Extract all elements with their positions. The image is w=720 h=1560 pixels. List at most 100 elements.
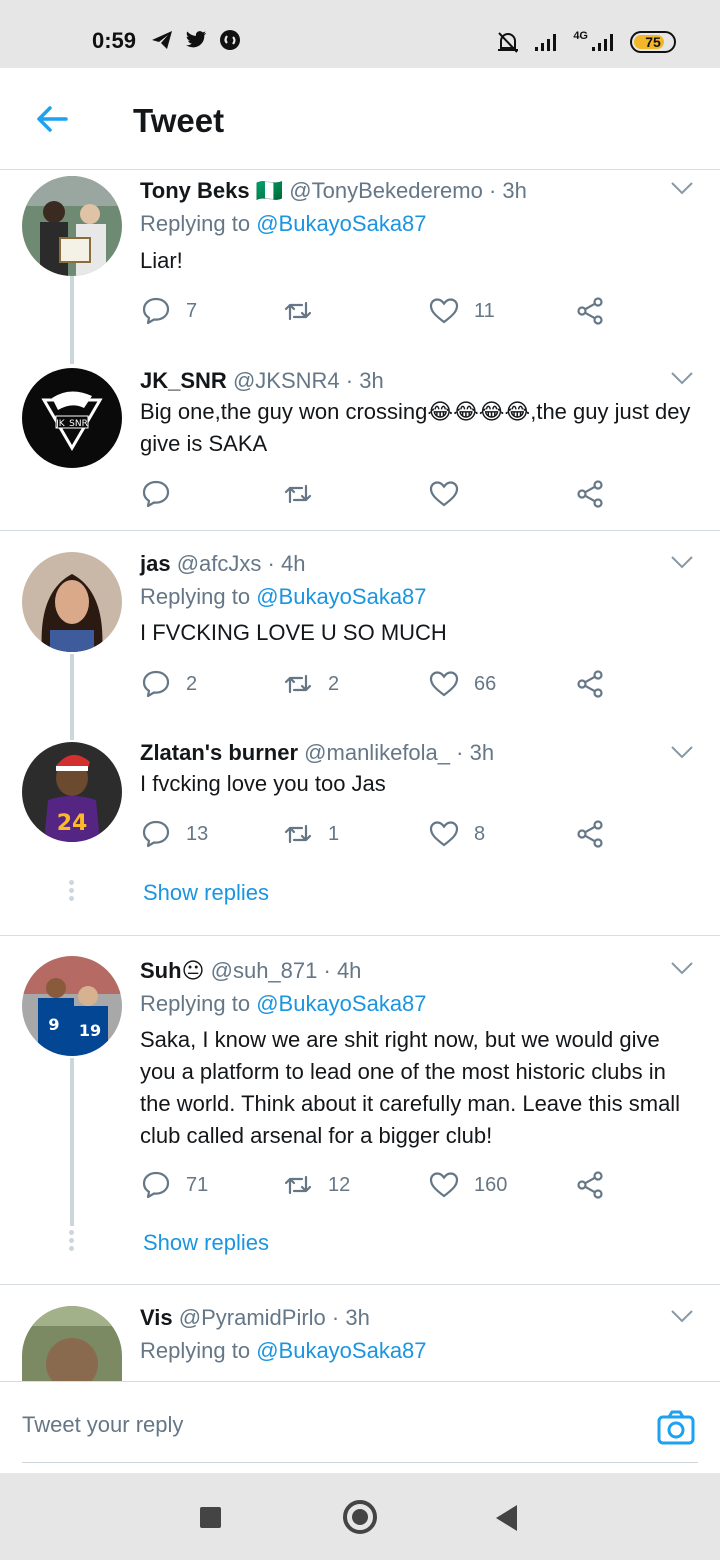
author-name[interactable]: Suh😐 xyxy=(140,958,205,983)
reply-button[interactable] xyxy=(140,478,186,510)
retweet-count: 2 xyxy=(328,672,340,695)
avatar[interactable]: 24 xyxy=(22,742,122,842)
share-icon xyxy=(577,480,603,508)
author-name[interactable]: jas xyxy=(140,551,171,576)
share-button[interactable] xyxy=(574,668,606,700)
tweet-actions xyxy=(140,478,610,512)
speech-bubble-icon xyxy=(142,297,170,325)
tweet-time: · 3h xyxy=(345,368,384,393)
author-handle[interactable]: @afcJxs xyxy=(177,551,262,576)
author-handle[interactable]: @JKSNR4 xyxy=(233,368,340,393)
twitter-bird-icon xyxy=(186,31,207,48)
arrow-left-icon[interactable] xyxy=(34,101,70,137)
author-name[interactable]: Zlatan's burner xyxy=(140,740,298,765)
show-replies-link[interactable]: Show replies xyxy=(143,1230,269,1256)
reply-button[interactable]: 7 xyxy=(140,295,197,327)
tweet-divider xyxy=(0,1284,720,1285)
replying-to: Replying to @BukayoSaka87 xyxy=(140,211,427,237)
share-icon xyxy=(577,1171,603,1199)
camera-icon[interactable] xyxy=(656,1408,696,1448)
tweet-header: JK_SNR @JKSNR4 · 3h xyxy=(140,368,384,394)
share-icon xyxy=(577,670,603,698)
recents-button[interactable] xyxy=(200,1507,221,1528)
author-handle[interactable]: @manlikefola_ xyxy=(304,740,450,765)
reply-input-underline xyxy=(22,1462,698,1463)
avatar[interactable] xyxy=(22,552,122,652)
tweet-header: Tony Beks 🇳🇬 @TonyBekederemo · 3h xyxy=(140,178,527,204)
retweet-icon xyxy=(284,674,312,694)
chevron-down-icon[interactable] xyxy=(670,960,694,976)
share-icon xyxy=(577,820,603,848)
thread-line xyxy=(70,276,74,364)
replying-prefix: Replying to xyxy=(140,211,251,236)
retweet-button[interactable]: 1 xyxy=(282,818,339,850)
replying-to: Replying to @BukayoSaka87 xyxy=(140,991,427,1017)
tweet-divider xyxy=(0,935,720,936)
like-button[interactable]: 160 xyxy=(428,1169,507,1201)
avatar[interactable] xyxy=(22,1306,122,1381)
reply-count: 71 xyxy=(186,1173,209,1196)
chevron-down-icon[interactable] xyxy=(670,370,694,386)
share-button[interactable] xyxy=(574,818,606,850)
chevron-down-icon[interactable] xyxy=(670,744,694,760)
retweet-button[interactable] xyxy=(282,295,328,327)
tweet-time: · 4h xyxy=(323,958,362,983)
chevron-down-icon[interactable] xyxy=(670,180,694,196)
retweet-icon xyxy=(284,1175,312,1195)
mention-link[interactable]: @BukayoSaka87 xyxy=(256,991,426,1016)
retweet-button[interactable] xyxy=(282,478,328,510)
tweet-actions: 13 1 8 xyxy=(140,818,610,852)
chevron-down-icon[interactable] xyxy=(670,554,694,570)
like-button[interactable]: 8 xyxy=(428,818,485,850)
avatar[interactable] xyxy=(22,176,122,276)
author-name[interactable]: Tony Beks xyxy=(140,178,250,203)
retweet-button[interactable]: 2 xyxy=(282,668,339,700)
like-button[interactable]: 11 xyxy=(428,295,495,327)
share-icon xyxy=(577,297,603,325)
back-button[interactable] xyxy=(496,1505,517,1531)
retweet-icon xyxy=(284,301,312,321)
signal-icon xyxy=(535,34,557,51)
avatar[interactable]: JK_SNR xyxy=(22,368,122,468)
thread-dots xyxy=(69,1230,75,1254)
share-button[interactable] xyxy=(574,478,606,510)
mention-link[interactable]: @BukayoSaka87 xyxy=(256,584,426,609)
author-name[interactable]: JK_SNR xyxy=(140,368,227,393)
reply-composer: Tweet your reply xyxy=(0,1381,720,1473)
author-handle[interactable]: @TonyBekederemo xyxy=(289,178,483,203)
reply-count: 2 xyxy=(186,672,198,695)
replying-to: Replying to @BukayoSaka87 xyxy=(140,1338,427,1364)
tweet-time: · 4h xyxy=(267,551,306,576)
tweet-header: Zlatan's burner @manlikefola_ · 3h xyxy=(140,740,494,766)
like-button[interactable]: 66 xyxy=(428,668,496,700)
retweet-count: 12 xyxy=(328,1173,351,1196)
svg-text:9: 9 xyxy=(48,1015,59,1034)
thread-dots xyxy=(69,880,75,904)
reply-button[interactable]: 13 xyxy=(140,818,208,850)
tweet-time: · 3h xyxy=(456,740,495,765)
author-handle[interactable]: @suh_871 xyxy=(211,958,318,983)
app-header: Tweet xyxy=(0,68,720,170)
share-button[interactable] xyxy=(574,1169,606,1201)
status-system-icons: 4G 75 xyxy=(495,30,676,54)
like-button[interactable] xyxy=(428,478,474,510)
tweet-actions: 71 12 160 xyxy=(140,1169,610,1203)
author-handle[interactable]: @PyramidPirlo xyxy=(179,1305,326,1330)
avatar[interactable]: 9 19 xyxy=(22,956,122,1056)
reply-input[interactable]: Tweet your reply xyxy=(22,1412,183,1438)
share-button[interactable] xyxy=(574,295,606,327)
retweet-button[interactable]: 12 xyxy=(282,1169,350,1201)
telegram-icon xyxy=(152,31,172,49)
thread-line xyxy=(70,1058,74,1226)
mention-link[interactable]: @BukayoSaka87 xyxy=(256,211,426,236)
replying-to: Replying to @BukayoSaka87 xyxy=(140,584,427,610)
tweet-header: Vis @PyramidPirlo · 3h xyxy=(140,1305,370,1331)
chevron-down-icon[interactable] xyxy=(670,1308,694,1324)
author-name[interactable]: Vis xyxy=(140,1305,173,1330)
reply-button[interactable]: 2 xyxy=(140,668,197,700)
svg-text:JK_SNR: JK_SNR xyxy=(55,419,88,429)
mention-link[interactable]: @BukayoSaka87 xyxy=(256,1338,426,1363)
reply-button[interactable]: 71 xyxy=(140,1169,208,1201)
home-button[interactable] xyxy=(343,1500,377,1534)
show-replies-link[interactable]: Show replies xyxy=(143,880,269,906)
